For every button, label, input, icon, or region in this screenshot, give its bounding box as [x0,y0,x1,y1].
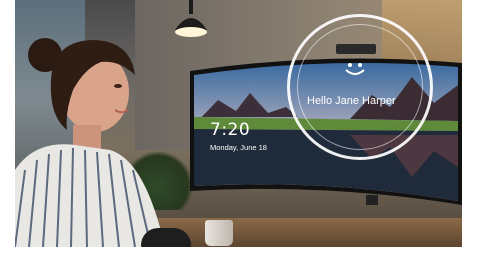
lock-screen-time: 7:20 [210,120,251,140]
headphones [141,228,191,247]
pendant-lamp [175,0,207,37]
coffee-cup [205,220,233,246]
windows-hello-greeting: Hello Jane Harper [307,95,396,107]
smiley-icon [345,63,365,75]
face-recognition-ring-inner [297,24,423,150]
lock-screen-date: Monday, June 18 [210,143,267,152]
product-photo: 7:20 Monday, June 18 Hello Jane Harper [15,0,462,247]
woman-user [15,38,165,247]
